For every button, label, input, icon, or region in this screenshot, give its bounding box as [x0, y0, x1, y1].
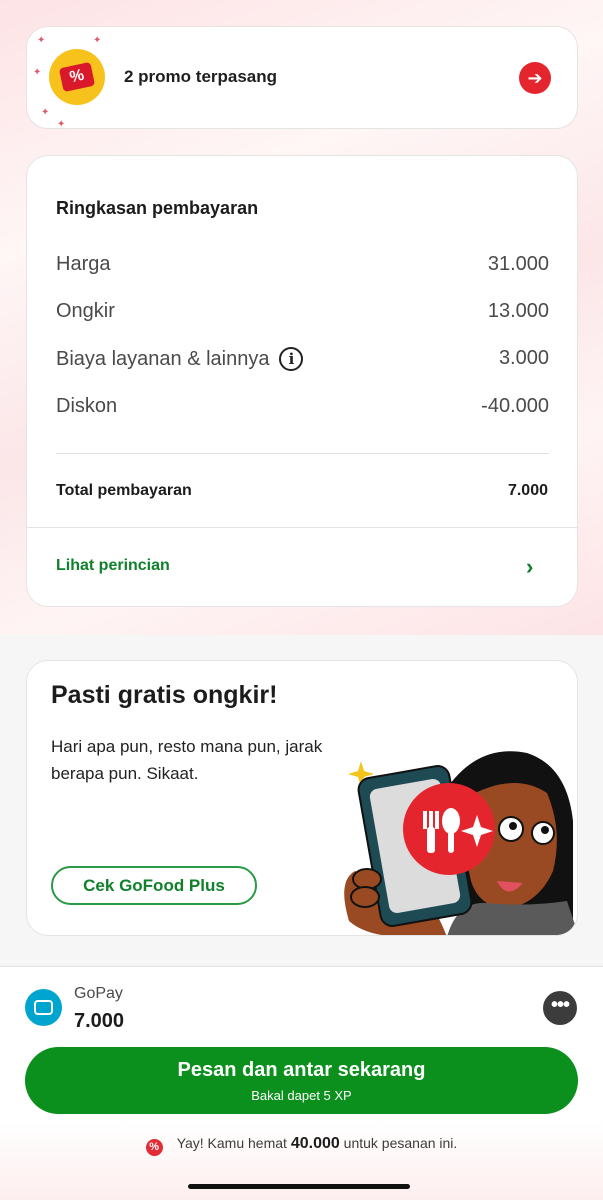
- row-value: 31.000: [487, 253, 549, 275]
- order-button-sublabel: Bakal dapet 5 XP: [251, 1088, 352, 1103]
- divider: [56, 453, 549, 454]
- more-options-icon[interactable]: •••: [543, 991, 577, 1025]
- saving-amount: 40.000: [290, 1135, 340, 1152]
- summary-row-harga: Harga 31.000: [56, 253, 549, 281]
- row-label-with-info: Biaya layanan & lainnya i: [56, 347, 304, 371]
- order-now-button[interactable]: Pesan dan antar sekarang Bakal dapet 5 X…: [25, 1047, 578, 1114]
- row-value: 3.000: [498, 347, 549, 369]
- summary-title: Ringkasan pembayaran: [56, 198, 259, 218]
- sparkle-icon: ✦: [37, 35, 46, 46]
- row-label: Ongkir: [56, 300, 115, 322]
- row-value: -40.000: [481, 395, 549, 417]
- discount-icon: %: [145, 1139, 163, 1156]
- sparkle-icon: ✦: [93, 35, 102, 46]
- total-value: 7.000: [507, 482, 548, 499]
- payment-amount: 7.000: [74, 1010, 125, 1032]
- saving-message: % Yay! Kamu hemat 40.000 untuk pesanan in…: [0, 1135, 603, 1156]
- gofood-plus-card: Pasti gratis ongkir! Hari apa pun, resto…: [26, 660, 578, 936]
- promo-label: 2 promo terpasang: [124, 67, 278, 86]
- total-label: Total pembayaran: [56, 482, 192, 499]
- row-label: Biaya layanan & lainnya: [56, 348, 270, 370]
- promo-ticket-icon: %: [49, 49, 105, 105]
- divider: [27, 527, 577, 528]
- sparkle-icon: ✦: [57, 119, 66, 130]
- info-icon[interactable]: i: [279, 347, 304, 371]
- wallet-icon[interactable]: [25, 989, 62, 1026]
- summary-row-diskon: Diskon -40.000: [56, 395, 549, 423]
- payment-method-name[interactable]: GoPay: [74, 985, 123, 1003]
- summary-row-ongkir: Ongkir 13.000: [56, 300, 549, 328]
- saving-suffix: untuk pesanan ini.: [343, 1135, 458, 1151]
- row-label: Diskon: [56, 395, 118, 417]
- row-value: 13.000: [487, 300, 549, 322]
- payment-summary-card: Ringkasan pembayaran Harga 31.000 Ongkir…: [26, 155, 578, 607]
- gofood-plus-illustration: [344, 751, 577, 935]
- summary-row-biaya-layanan: Biaya layanan & lainnya i 3.000: [56, 347, 549, 375]
- check-gofood-plus-button[interactable]: Cek GoFood Plus: [51, 866, 257, 905]
- chevron-right-icon[interactable]: ›: [526, 554, 533, 580]
- sparkle-icon: ✦: [41, 107, 50, 118]
- saving-prefix: Yay! Kamu hemat: [176, 1135, 287, 1151]
- plus-description: Hari apa pun, resto mana pun, jarak bera…: [51, 737, 323, 783]
- order-button-label: Pesan dan antar sekarang: [177, 1059, 426, 1081]
- home-indicator[interactable]: [188, 1184, 410, 1189]
- plus-title: Pasti gratis ongkir!: [51, 681, 278, 709]
- checkout-bottom-sheet: GoPay 7.000 ••• Pesan dan antar sekarang…: [0, 966, 603, 1200]
- promo-card[interactable]: ✦ ✦ ✦ ✦ ✦ % 2 promo terpasang ➔: [26, 26, 578, 130]
- sparkle-icon: ✦: [33, 67, 42, 78]
- view-details-link[interactable]: Lihat perincian: [56, 557, 170, 575]
- row-label: Harga: [56, 253, 111, 275]
- arrow-right-icon[interactable]: ➔: [519, 62, 551, 94]
